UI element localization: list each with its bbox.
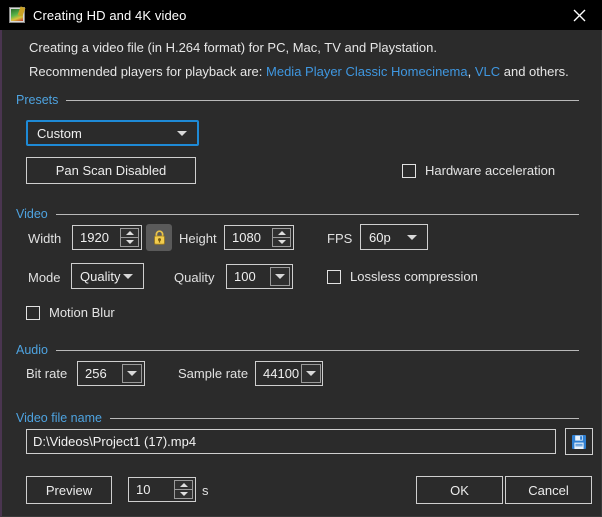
lossless-compression-label: Lossless compression — [350, 269, 478, 284]
link-vlc[interactable]: VLC — [475, 64, 500, 79]
seconds-unit-label: s — [202, 483, 209, 498]
width-stepper-down[interactable] — [120, 237, 139, 247]
presets-group-label: Presets — [16, 93, 59, 107]
height-stepper[interactable] — [272, 228, 291, 247]
fps-value: 60p — [369, 229, 391, 245]
video-file-name-input[interactable]: D:\Videos\Project1 (17).mp4 — [26, 429, 556, 454]
chevron-down-icon — [275, 274, 285, 279]
image-export-icon — [9, 6, 26, 23]
window-title: Creating HD and 4K video — [33, 7, 187, 23]
preview-duration-stepper-down[interactable] — [174, 489, 193, 499]
video-group-header: Video — [2, 207, 601, 221]
bitrate-label: Bit rate — [26, 366, 68, 381]
presets-group-divider — [66, 99, 579, 101]
pan-scan-button[interactable]: Pan Scan Disabled — [26, 157, 196, 184]
chevron-down-icon — [127, 371, 137, 376]
video-group-label: Video — [16, 207, 48, 221]
lossless-compression-checkbox[interactable]: Lossless compression — [327, 269, 478, 284]
fps-dropdown[interactable]: 60p — [360, 224, 428, 250]
create-video-dialog: Creating HD and 4K video Creating a vide… — [0, 0, 602, 517]
browse-save-button[interactable] — [565, 428, 593, 455]
chevron-down-icon — [306, 371, 317, 376]
chevron-down-icon — [407, 234, 417, 240]
height-stepper-up[interactable] — [272, 228, 291, 238]
description-line-2: Recommended players for playback are: Me… — [29, 64, 569, 79]
presets-group-header: Presets — [2, 93, 601, 107]
hardware-acceleration-checkbox-box — [402, 163, 416, 178]
link-media-player-classic[interactable]: Media Player Classic Homecinema — [266, 64, 468, 79]
preview-duration-stepper[interactable] — [174, 480, 193, 499]
close-icon[interactable] — [556, 0, 602, 30]
cancel-button[interactable]: Cancel — [505, 476, 592, 504]
lossless-compression-checkbox-box — [327, 269, 341, 284]
height-label: Height — [179, 231, 217, 246]
width-stepper-up[interactable] — [120, 228, 139, 238]
description-line-1: Creating a video file (in H.264 format) … — [29, 40, 437, 55]
preview-duration-input[interactable]: 10 — [128, 477, 196, 502]
video-group-divider — [55, 213, 579, 215]
chevron-down-icon — [177, 130, 187, 136]
description-prefix: Recommended players for playback are: — [29, 64, 267, 79]
file-group-divider — [109, 417, 579, 419]
aspect-ratio-lock-button[interactable] — [146, 224, 172, 251]
quality-dropdown-button[interactable] — [270, 267, 290, 286]
padlock-closed-icon — [153, 230, 165, 245]
motion-blur-checkbox-box — [26, 305, 40, 320]
height-input[interactable]: 1080 — [224, 225, 294, 250]
mode-value: Quality — [80, 268, 121, 284]
fps-label: FPS — [327, 231, 353, 246]
preview-duration-stepper-up[interactable] — [174, 480, 193, 490]
title-bar: Creating HD and 4K video — [0, 0, 602, 30]
video-file-name-value: D:\Videos\Project1 (17).mp4 — [33, 434, 197, 449]
description-separator: , — [467, 64, 475, 79]
samplerate-dropdown-button[interactable] — [301, 364, 322, 383]
mode-label: Mode — [28, 270, 61, 285]
description-suffix: and others. — [500, 64, 569, 79]
width-label: Width — [28, 231, 62, 246]
audio-group-label: Audio — [16, 343, 48, 357]
dialog-body: Creating a video file (in H.264 format) … — [2, 30, 601, 516]
quality-dropdown[interactable]: 100 — [226, 264, 293, 289]
hardware-acceleration-label: Hardware acceleration — [425, 163, 556, 178]
file-group-header: Video file name — [2, 411, 601, 425]
chevron-down-icon — [123, 273, 133, 279]
audio-group-header: Audio — [2, 343, 601, 357]
bitrate-dropdown[interactable]: 256 — [77, 361, 145, 386]
presets-dropdown[interactable]: Custom — [26, 120, 199, 146]
samplerate-dropdown[interactable]: 44100 — [255, 361, 323, 386]
ok-button[interactable]: OK — [416, 476, 503, 504]
quality-value: 100 — [234, 269, 256, 284]
hardware-acceleration-checkbox[interactable]: Hardware acceleration — [402, 163, 555, 178]
samplerate-value: 44100 — [263, 366, 300, 381]
save-floppy-icon — [572, 434, 586, 449]
preview-duration-value: 10 — [136, 482, 151, 497]
width-stepper[interactable] — [120, 228, 139, 247]
quality-label: Quality — [174, 270, 215, 285]
audio-group-divider — [55, 349, 579, 351]
bitrate-value: 256 — [85, 366, 107, 381]
motion-blur-checkbox[interactable]: Motion Blur — [26, 305, 115, 320]
preview-button[interactable]: Preview — [26, 476, 112, 504]
motion-blur-label: Motion Blur — [49, 305, 115, 320]
file-group-label: Video file name — [16, 411, 102, 425]
width-input[interactable]: 1920 — [72, 225, 142, 250]
presets-dropdown-value: Custom — [37, 125, 82, 141]
bitrate-dropdown-button[interactable] — [122, 364, 142, 383]
width-value: 1920 — [80, 230, 109, 245]
height-value: 1080 — [232, 230, 261, 245]
mode-dropdown[interactable]: Quality — [71, 263, 144, 289]
samplerate-label: Sample rate — [178, 366, 249, 381]
height-stepper-down[interactable] — [272, 237, 291, 247]
